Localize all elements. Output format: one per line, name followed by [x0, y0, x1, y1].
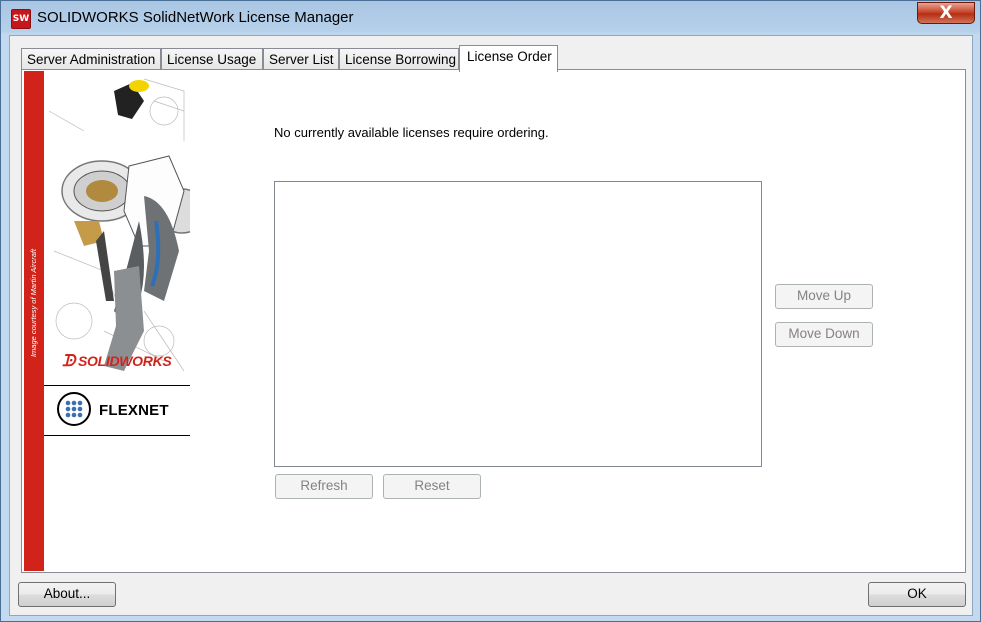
status-message: No currently available licenses require …: [274, 125, 549, 140]
close-button[interactable]: X: [917, 2, 975, 24]
tab-label: License Order: [467, 49, 552, 64]
refresh-button[interactable]: Refresh: [275, 474, 373, 499]
reset-button[interactable]: Reset: [383, 474, 481, 499]
divider: [44, 385, 190, 386]
image-credit: Image courtesy of Martin Aircraft: [29, 248, 38, 358]
branding-sidebar: Image courtesy of Martin Aircraft ᗬ SOLI…: [24, 71, 190, 571]
tab-license-order[interactable]: License Order: [459, 45, 558, 72]
flexnet-logo-icon: [57, 392, 91, 426]
title-bar[interactable]: SW SOLIDWORKS SolidNetWork License Manag…: [1, 1, 980, 35]
tab-server-list[interactable]: Server List: [263, 48, 339, 71]
solidworks-app-icon[interactable]: SW: [11, 9, 31, 29]
license-order-list[interactable]: [274, 181, 762, 467]
solidworks-logo-text: SOLIDWORKS: [77, 353, 172, 369]
divider: [44, 435, 190, 436]
solidworks-logo: ᗬ SOLIDWORKS: [62, 353, 172, 371]
tab-label: Server List: [269, 52, 334, 67]
tab-license-borrowing[interactable]: License Borrowing: [339, 48, 459, 71]
tab-label: License Borrowing: [345, 52, 457, 67]
tab-license-usage[interactable]: License Usage: [161, 48, 263, 71]
license-order-panel: Image courtesy of Martin Aircraft ᗬ SOLI…: [21, 69, 966, 573]
license-manager-window: SW SOLIDWORKS SolidNetWork License Manag…: [0, 0, 981, 622]
move-down-button[interactable]: Move Down: [775, 322, 873, 347]
flexnet-dots: [65, 400, 83, 418]
close-icon: X: [939, 3, 953, 23]
dialog-client-area: Server Administration License Usage Serv…: [9, 35, 973, 616]
tab-label: License Usage: [167, 52, 257, 67]
about-button[interactable]: About...: [18, 582, 116, 607]
move-up-button[interactable]: Move Up: [775, 284, 873, 309]
tab-server-administration[interactable]: Server Administration: [21, 48, 161, 71]
window-title: SOLIDWORKS SolidNetWork License Manager: [37, 9, 354, 26]
tab-label: Server Administration: [27, 52, 156, 67]
jetpack-illustration: [48, 78, 190, 372]
flexnet-logo-text: FLEXNET: [99, 402, 169, 419]
ds-logo-icon: ᗬ: [62, 353, 75, 370]
ok-button[interactable]: OK: [868, 582, 966, 607]
